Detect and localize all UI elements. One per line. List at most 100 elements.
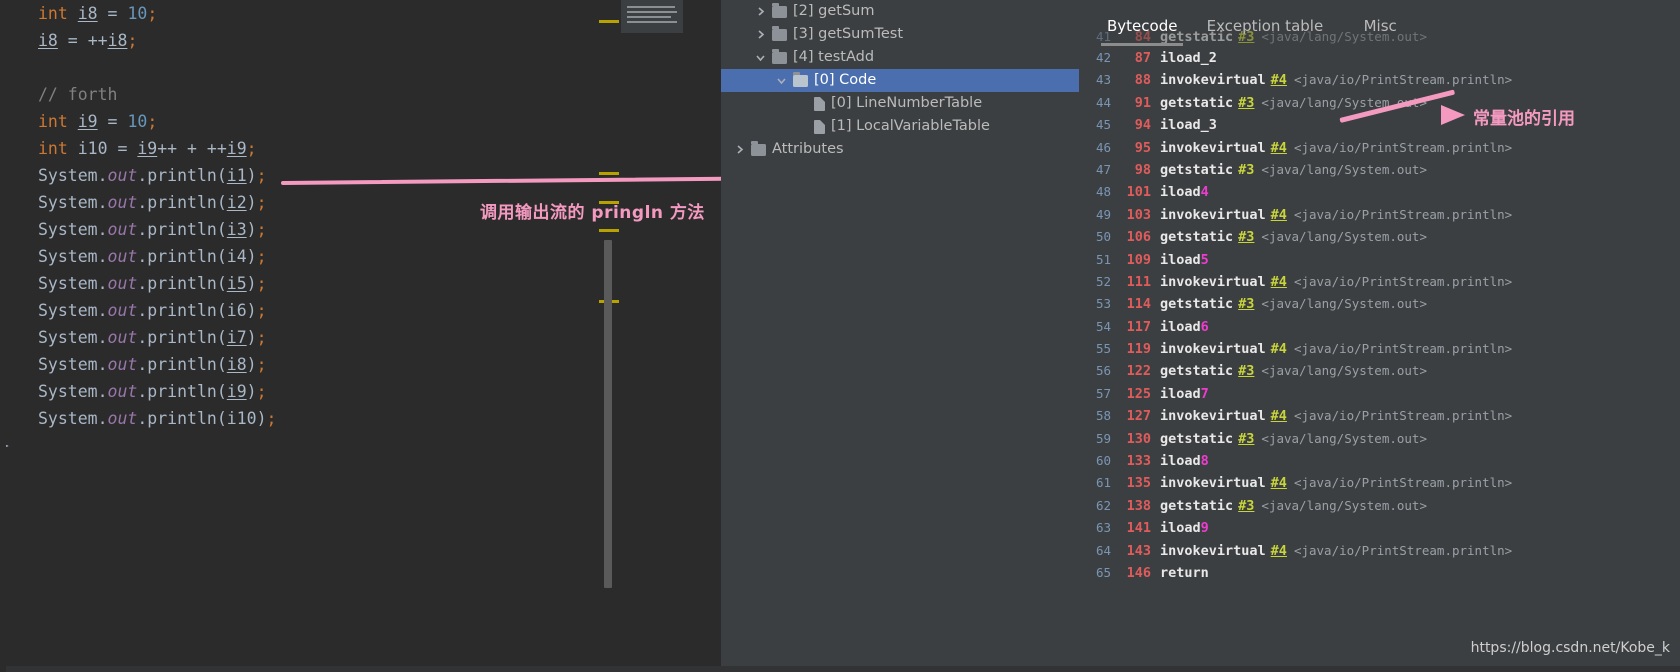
bytecode-row[interactable]: 52 111 invokevirtual #4 <java/io/PrintStream… [1079,271,1680,293]
constant-pool-ref-link[interactable]: #4 [1271,271,1287,293]
code-token: ; [147,4,158,23]
bytecode-opcode: invokevirtual [1160,273,1266,290]
editor-marker[interactable] [599,20,619,23]
tab-bytecode[interactable]: Bytecode [1097,14,1187,46]
code-line: int i8 = 10; [0,0,585,27]
code-token: ; [256,274,267,293]
bytecode-row[interactable]: 50 106 getstatic #3 <java/lang/System.out> [1079,226,1680,248]
constant-pool-ref-link[interactable]: #3 [1238,159,1254,181]
code-token: ) [246,247,257,266]
tree-item[interactable]: [1] LocalVariableTable [721,115,1079,138]
constant-pool-ref-link[interactable]: #3 [1238,428,1254,450]
chevron-right-icon[interactable] [733,143,746,156]
bytecode-ref-comment: <java/lang/System.out> [1261,161,1427,177]
bytecode-row[interactable]: 48 101 iload 4 [1079,181,1680,203]
code-text[interactable]: int i8 = 10; i8 = ++i8; // forth int i9 = … [0,0,585,672]
bytecode-opcode: invokevirtual [1160,408,1266,425]
constant-pool-ref-link[interactable]: #3 [1238,360,1254,382]
bytecode-line-number: 58 [1095,408,1111,424]
bytecode-row[interactable]: 63 141 iload 9 [1079,517,1680,539]
constant-pool-ref-link[interactable]: #4 [1271,69,1287,91]
code-token: .println( [137,166,227,185]
constant-pool-ref-link[interactable]: #4 [1271,204,1287,226]
tree-item[interactable]: [2] getSum [721,0,1079,23]
code-token: System. [38,274,108,293]
code-token: ) [246,274,257,293]
constant-pool-ref-link[interactable]: #3 [1238,92,1254,114]
bytecode-row[interactable]: 54 117 iload 6 [1079,316,1680,338]
tree-item[interactable]: [0] LineNumberTable [721,92,1079,115]
tree-item[interactable]: [0] Code [721,69,1079,92]
code-token: ) [246,382,257,401]
bytecode-row[interactable]: 51 109 iload 5 [1079,249,1680,271]
bytecode-row[interactable]: 57 125 iload 7 [1079,383,1680,405]
constant-pool-ref-link[interactable]: #4 [1271,137,1287,159]
bytecode-row[interactable]: 56 122 getstatic #3 <java/lang/System.out> [1079,360,1680,382]
tree-item[interactable]: [3] getSumTest [721,23,1079,46]
bytecode-line-number: 52 [1095,273,1111,289]
editor-marker[interactable] [599,172,619,175]
annotation-label-println: 调用输出流的 pringln 方法 [480,203,705,223]
bytecode-panel[interactable]: 41 84 getstatic #3 <java/lang/System.out> By… [1079,0,1680,672]
tab-exception-table[interactable]: Exception table [1197,14,1334,46]
tree-item-label: [1] LocalVariableTable [831,118,990,134]
code-token: i9 [226,139,247,158]
annotation-arrowhead-constpool [1441,105,1465,125]
bytecode-row[interactable]: 42 87 iload_2 [1079,47,1680,69]
bytecode-row[interactable]: 59 130 getstatic #3 <java/lang/System.out> [1079,428,1680,450]
constant-pool-ref-link[interactable]: #3 [1238,293,1254,315]
bytecode-row[interactable]: 62 138 getstatic #3 <java/lang/System.out> [1079,495,1680,517]
chevron-down-icon[interactable] [775,74,788,87]
bytecode-row[interactable]: 60 133 iload 8 [1079,450,1680,472]
bytecode-row[interactable]: 55 119 invokevirtual #4 <java/io/PrintStream… [1079,338,1680,360]
bytecode-line-number: 64 [1095,542,1111,558]
code-token: = [97,112,128,131]
bytecode-row[interactable]: 47 98 getstatic #3 <java/lang/System.out> [1079,159,1680,181]
constant-pool-ref-link[interactable]: #4 [1271,338,1287,360]
bytecode-line-number: 47 [1095,161,1111,177]
code-line: int i9 = 10; [0,108,585,135]
tab-misc[interactable]: Misc [1354,14,1407,46]
constant-pool-ref-link[interactable]: #4 [1271,540,1287,562]
code-token: i8 [226,355,247,374]
editor-marker[interactable] [599,229,619,232]
tree-item[interactable]: [4] testAdd [721,46,1079,69]
bytecode-row[interactable]: 64 143 invokevirtual #4 <java/io/PrintStream… [1079,540,1680,562]
code-token: .println( [137,301,227,320]
bytecode-opcode: iload [1160,453,1201,470]
chevron-right-icon[interactable] [754,28,767,41]
editor-scrollbar-thumb[interactable] [604,240,612,588]
bytecode-opcode: return [1160,564,1209,581]
structure-tree-panel[interactable]: [2] getSum [3] getSumTest [4] testAdd [0] C… [721,0,1079,672]
bytecode-row[interactable]: 45 94 iload_3 [1079,114,1680,136]
bytecode-row[interactable]: 43 88 invokevirtual #4 <java/io/PrintStream.… [1079,69,1680,91]
bytecode-row[interactable]: 65 146 return [1079,562,1680,584]
bytecode-offset: 95 [1134,139,1151,156]
bytecode-line-number: 48 [1095,184,1111,200]
code-editor[interactable]: int i8 = 10; i8 = ++i8; // forth int i9 = … [0,0,721,672]
constant-pool-ref-link[interactable]: #3 [1238,226,1254,248]
bytecode-row[interactable]: 53 114 getstatic #3 <java/lang/System.out> [1079,293,1680,315]
watermark-text: https://blog.csdn.net/Kobe_k [1470,640,1670,656]
tree-item[interactable]: Attributes [721,138,1079,161]
bytecode-offset: 119 [1126,341,1151,358]
constant-pool-ref-link[interactable]: #3 [1238,495,1254,517]
bytecode-row[interactable]: 58 127 invokevirtual #4 <java/io/PrintStream… [1079,405,1680,427]
bytecode-ref-comment: <java/io/PrintStream.println> [1293,341,1513,357]
bytecode-row[interactable]: 61 135 invokevirtual #4 <java/io/PrintStream… [1079,472,1680,494]
code-token: i9 [226,382,247,401]
bytecode-row[interactable]: 46 95 invokevirtual #4 <java/io/PrintStream.… [1079,137,1680,159]
chevron-down-icon[interactable] [754,51,767,64]
bytecode-line-number: 65 [1095,564,1111,580]
tree-item-label: [0] Code [814,72,877,88]
bytecode-instruction-list[interactable]: 42 87 iload_2 43 88 invokevirtual #4 <java/io/P… [1079,47,1680,602]
folder-icon [772,2,787,18]
bytecode-tabbar[interactable]: Bytecode Exception table Misc [1079,14,1680,48]
editor-minimap[interactable] [621,0,683,33]
constant-pool-ref-link[interactable]: #4 [1271,472,1287,494]
chevron-right-icon[interactable] [754,5,767,18]
constant-pool-ref-link[interactable]: #4 [1271,405,1287,427]
bytecode-row[interactable]: 49 103 invokevirtual #4 <java/io/PrintStream… [1079,204,1680,226]
code-token: .println( [137,382,227,401]
